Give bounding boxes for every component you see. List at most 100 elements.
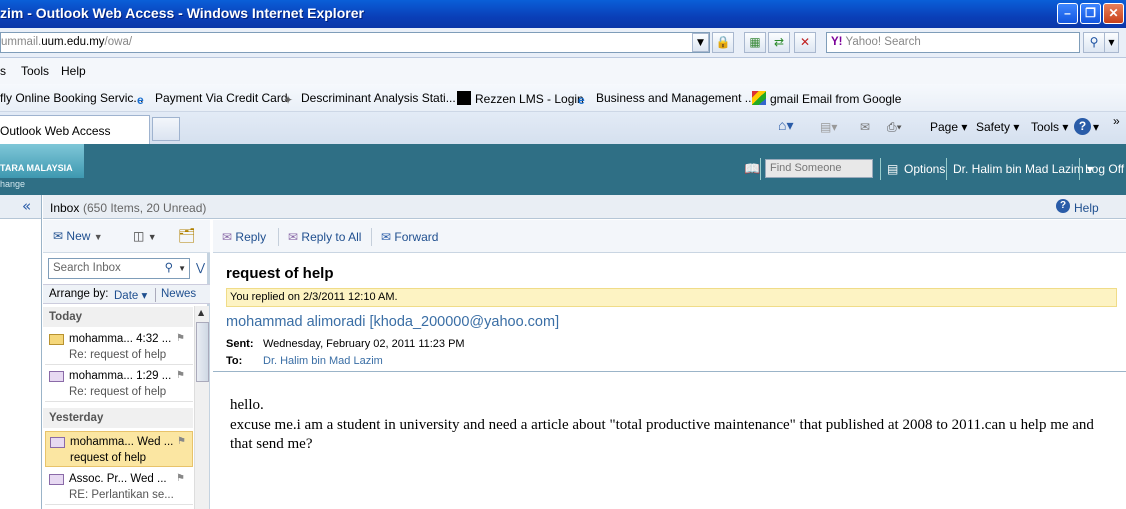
reply-all-button[interactable]: ✉ Reply to All (288, 230, 361, 244)
view-button[interactable]: ◫ ▼ (133, 229, 157, 243)
favorite-link[interactable]: e Business and Management ... (578, 91, 755, 107)
address-input[interactable]: ummail.uum.edu.my/owa/ (0, 32, 710, 53)
message-from: mohamma... 1:29 ... (69, 370, 172, 382)
favorite-link[interactable]: fly Online Booking Servic... (0, 91, 143, 105)
address-dropdown-icon[interactable]: ▼ (692, 33, 709, 52)
list-item[interactable]: Assoc. Pr... Wed ... ⚑ RE: Perlantikan s… (45, 469, 193, 505)
divider (760, 158, 761, 180)
address-bar-row: ummail.uum.edu.my/owa/ ▼ 🔒 ▦ ⇄ ✕ Y! Yaho… (0, 28, 1126, 58)
menu-item-help[interactable]: Help (61, 64, 86, 78)
reply-all-icon: ✉ (288, 230, 299, 244)
favorite-link[interactable]: Rezzen LMS - Login (457, 91, 584, 106)
list-item[interactable]: mohamma... 4:32 ... ⚑ Re: request of hel… (45, 329, 193, 365)
to-recipient[interactable]: Dr. Halim bin Mad Lazim (263, 355, 383, 367)
list-item-selected[interactable]: mohamma... Wed ... ⚑ request of help (45, 431, 193, 467)
new-button[interactable]: ✉ New ▼ (53, 229, 103, 243)
logoff-link[interactable]: Log Off (1085, 162, 1124, 176)
search-inbox-input[interactable]: Search Inbox ⚲ ▼ (48, 258, 190, 279)
favorite-label: Rezzen LMS - Login (475, 92, 584, 106)
message-from: mohamma... Wed ... (70, 436, 174, 448)
favorite-link[interactable]: ✦ Descriminant Analysis Stati... (283, 91, 456, 107)
help-link[interactable]: Help (1074, 201, 1099, 215)
reply-button[interactable]: ✉ Reply (222, 230, 266, 244)
message-subject: Re: request of help (69, 386, 167, 398)
search-go-icon[interactable]: ⚲ (1083, 32, 1105, 53)
reading-pane-icon: ◫ (133, 229, 145, 243)
tools-menu[interactable]: Tools ▾ (1031, 120, 1068, 134)
lock-icon[interactable]: 🔒 (712, 32, 734, 53)
user-menu[interactable]: Dr. Halim bin Mad Lazim ▾ (953, 162, 1093, 176)
list-scrollbar[interactable]: ▲ (194, 306, 209, 509)
list-toolbar: ✉ New ▼ ◫ ▼ 🗂 (43, 220, 210, 253)
move-to-folder-icon[interactable]: 🗂 (178, 227, 196, 244)
folder-pane-collapsed: « (0, 195, 42, 509)
reply-icon: ✉ (222, 230, 233, 244)
message-from: Assoc. Pr... Wed ... (69, 473, 167, 485)
options-link[interactable]: Options (904, 162, 945, 176)
address-book-icon[interactable]: 📖 (744, 161, 760, 177)
safety-menu[interactable]: Safety ▾ (976, 120, 1019, 134)
arrange-label: Arrange by: (49, 288, 109, 300)
forward-icon: ✉ (381, 230, 392, 244)
help-dropdown-icon[interactable]: ▾ (1093, 120, 1099, 134)
forward-label: Forward (394, 230, 439, 244)
help-icon[interactable]: ? (1056, 199, 1070, 213)
favorite-link[interactable]: e Payment Via Credit Card (137, 91, 288, 107)
favorite-link[interactable]: gmail Email from Google (752, 91, 901, 106)
forward-button[interactable]: ✉ Forward (381, 230, 438, 244)
address-prefix: ummail. (1, 36, 42, 48)
safety-menu-label: Safety (976, 120, 1011, 134)
window-title-bar: zim - Outlook Web Access - Windows Inter… (0, 0, 1126, 28)
folder-name: Inbox (50, 201, 80, 215)
divider (371, 228, 372, 246)
tab-outlook-web-access[interactable]: Outlook Web Access (0, 115, 150, 144)
folder-pane-header: « (0, 195, 41, 219)
expand-search-icon[interactable]: ⋁ (196, 261, 205, 274)
search-placeholder: Yahoo! Search (845, 36, 921, 48)
scrollbar-thumb[interactable] (196, 322, 209, 382)
message-list-pane: ✉ New ▼ ◫ ▼ 🗂 Search Inbox ⚲ ▼ ⋁ Arrange b… (43, 220, 210, 509)
feeds-icon[interactable]: ▤▾ (820, 120, 837, 134)
chevron-down-icon: ▼ (147, 232, 157, 242)
home-icon[interactable]: ⌂▾ (778, 117, 793, 134)
options-icon: ▤ (887, 162, 899, 176)
compatibility-icon[interactable]: ▦ (744, 32, 766, 53)
page-menu-label: Page (930, 120, 959, 134)
favorites-bar: fly Online Booking Servic... e Payment Vi… (0, 84, 1126, 112)
find-someone-input[interactable]: Find Someone (765, 159, 873, 178)
stop-icon[interactable]: ✕ (794, 32, 816, 53)
mail-icon[interactable]: ✉ (860, 120, 870, 134)
print-icon[interactable]: ⎙▾ (887, 120, 902, 135)
address-domain: uum.edu.my (41, 36, 105, 48)
expand-icon[interactable]: « (22, 197, 31, 215)
sort-order-button[interactable]: Newes (161, 288, 196, 300)
divider (1079, 158, 1080, 180)
search-icon[interactable]: ⚲ (165, 259, 173, 278)
page-menu[interactable]: Page ▾ (930, 120, 967, 134)
find-someone-placeholder: Find Someone (770, 162, 842, 174)
list-item[interactable]: mohamma... 1:29 ... ⚑ Re: request of hel… (45, 366, 193, 402)
search-input[interactable]: Y! Yahoo! Search (826, 32, 1080, 53)
minimize-button[interactable]: – (1057, 3, 1078, 24)
menu-item-tools[interactable]: Tools (21, 64, 49, 78)
flag-icon[interactable]: ⚑ (176, 333, 185, 344)
reading-pane: request of help You replied on 2/3/2011 … (213, 253, 1126, 509)
new-tab-button[interactable] (152, 117, 180, 141)
sender-name[interactable]: mohammad alimoradi [khoda_200000@yahoo.c… (226, 314, 559, 330)
flag-icon[interactable]: ⚑ (176, 370, 185, 381)
chevron-down-icon[interactable]: ▼ (178, 259, 186, 278)
logo-subtext: hange (0, 179, 26, 189)
arrange-by-date[interactable]: Date ▾ (114, 288, 147, 302)
more-icon[interactable]: » (1113, 114, 1120, 128)
help-icon[interactable]: ? (1074, 118, 1091, 135)
refresh-icon[interactable]: ⇄ (768, 32, 790, 53)
search-options-icon[interactable]: ▼ (1104, 32, 1119, 53)
scroll-up-icon[interactable]: ▲ (198, 308, 204, 317)
tools-menu-label: Tools (1031, 120, 1060, 134)
close-button[interactable]: ✕ (1103, 3, 1124, 24)
menu-item-favorites[interactable]: s (0, 64, 6, 78)
flag-icon[interactable]: ⚑ (177, 436, 186, 447)
restore-button[interactable]: ❐ (1080, 3, 1101, 24)
flag-icon[interactable]: ⚑ (176, 473, 185, 484)
reading-toolbar: ✉ Reply ✉ Reply to All ✉ Forward (213, 220, 1126, 253)
